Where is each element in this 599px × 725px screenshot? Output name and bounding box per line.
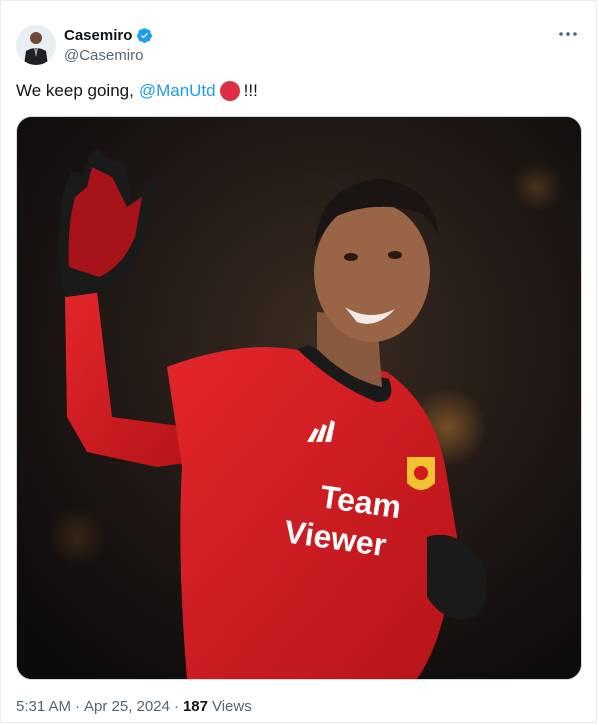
tweet-header: Casemiro @Casemiro (16, 23, 581, 67)
avatar[interactable] (16, 25, 56, 65)
tweet-text-after: !!! (243, 81, 258, 100)
views-count: 187 (182, 698, 208, 715)
meta-separator-2: · (173, 698, 179, 715)
verified-badge-icon[interactable] (136, 27, 153, 44)
display-name-row: Casemiro (64, 25, 153, 45)
author-handle[interactable]: @Casemiro (64, 47, 153, 64)
tweet-time[interactable]: 5:31 AM (16, 698, 71, 715)
tweet-meta: 5:31 AM · Apr 25, 2024 · 187 Views (16, 698, 252, 715)
author-names: Casemiro @Casemiro (64, 25, 153, 64)
red-jersey (167, 347, 457, 679)
club-crest-icon (407, 457, 435, 490)
tweet-date[interactable]: Apr 25, 2024 (84, 698, 170, 715)
more-options-icon[interactable] (557, 27, 579, 41)
views-label: Views (211, 698, 252, 715)
tweet-text-before: We keep going, (16, 81, 134, 100)
display-name[interactable]: Casemiro (64, 27, 132, 44)
tweet-photo[interactable]: Team Viewer (16, 116, 582, 680)
red-circle-emoji-icon (219, 81, 240, 101)
tweet-text: We keep going, @ManUtd !!! (16, 81, 258, 101)
avatar-image (16, 25, 56, 65)
meta-separator: · (75, 698, 81, 715)
mention-link[interactable]: @ManUtd (139, 81, 216, 101)
player-photo: Team Viewer (17, 117, 581, 679)
tweet-card: Casemiro @Casemiro We keep going, @ManUt… (0, 0, 597, 723)
